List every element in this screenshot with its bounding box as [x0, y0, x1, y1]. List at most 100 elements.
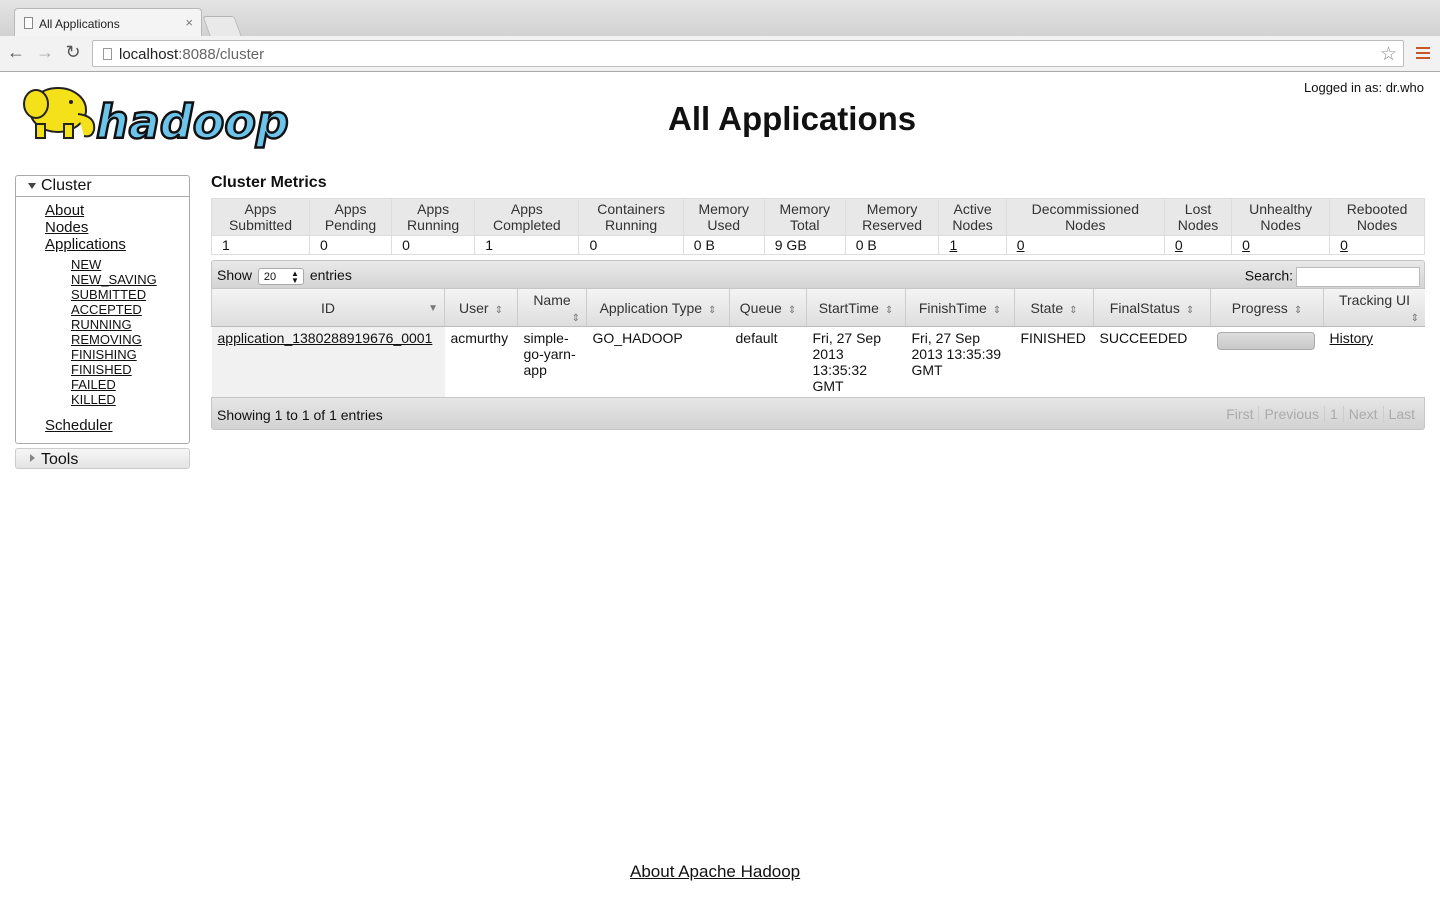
- sidebar-state-finishing[interactable]: FINISHING: [71, 347, 137, 362]
- cell-type: GO_HADOOP: [592, 330, 683, 346]
- cell-user: acmurthy: [450, 330, 509, 346]
- sidebar-state-accepted[interactable]: ACCEPTED: [71, 302, 142, 317]
- metrics-value: 0: [1231, 235, 1331, 255]
- bookmark-star-icon[interactable]: ☆: [1380, 43, 1397, 66]
- entries-select[interactable]: 20 ▲ ▼: [257, 267, 304, 285]
- metrics-header: Memory Reserved: [844, 198, 940, 236]
- metrics-header: Unhealthy Nodes: [1231, 198, 1331, 236]
- col-user[interactable]: User ⇕: [444, 289, 518, 327]
- metrics-value-link[interactable]: 0: [1242, 237, 1250, 253]
- metrics-header: Active Nodes: [938, 198, 1007, 236]
- sidebar-state-new-saving[interactable]: NEW_SAVING: [71, 272, 157, 287]
- col-starttime[interactable]: StartTime ⇕: [806, 289, 906, 327]
- metrics-header: Decommissioned Nodes: [1005, 198, 1165, 236]
- pager-page-1[interactable]: 1: [1323, 406, 1343, 422]
- page-icon: [103, 48, 112, 60]
- sidebar-state-killed[interactable]: KILLED: [71, 392, 116, 407]
- metrics-value: 0: [1005, 235, 1165, 255]
- applications-table: ID ▼ User ⇕ Name ⇕ Application Type ⇕ Queue ⇕…: [211, 289, 1425, 397]
- metrics-header: Containers Running: [578, 198, 684, 236]
- cell-finishtime: Fri, 27 Sep 2013 13:35:39 GMT: [911, 330, 1002, 378]
- metrics-header: Apps Submitted: [211, 198, 310, 236]
- main-content: Cluster Metrics Apps Submitted Apps Pending…: [211, 174, 1425, 430]
- logged-in-user: Logged in as: dr.who: [1304, 80, 1424, 95]
- metrics-value: 0 B: [844, 235, 940, 255]
- metrics-header: Rebooted Nodes: [1329, 198, 1425, 236]
- cluster-header[interactable]: Cluster: [16, 176, 189, 197]
- elephant-leg: [35, 123, 46, 139]
- application-id-link[interactable]: application_1380288919676_0001: [218, 330, 433, 346]
- col-queue[interactable]: Queue ⇕: [729, 289, 807, 327]
- col-finalstatus[interactable]: FinalStatus ⇕: [1093, 289, 1211, 327]
- metrics-value: 1: [938, 235, 1007, 255]
- pager-last[interactable]: Last: [1382, 406, 1420, 422]
- select-arrows-icon: ▲ ▼: [291, 268, 299, 285]
- forward-icon[interactable]: →: [33, 42, 57, 63]
- col-tracking-ui[interactable]: Tracking UI ⇕: [1323, 289, 1425, 327]
- metrics-header: Apps Pending: [308, 198, 393, 236]
- sidebar-state-finished[interactable]: FINISHED: [71, 362, 132, 377]
- sidebar-state-running[interactable]: RUNNING: [71, 317, 132, 332]
- browser-tab[interactable]: All Applications ×: [14, 8, 202, 36]
- sidebar-state-new[interactable]: NEW: [71, 257, 101, 272]
- sort-icon: ⇕: [992, 304, 1002, 316]
- sidebar-item-scheduler[interactable]: Scheduler: [45, 417, 113, 434]
- sidebar-item-nodes[interactable]: Nodes: [45, 219, 88, 236]
- about-apache-hadoop-link[interactable]: About Apache Hadoop: [630, 862, 800, 882]
- metrics-value: 0: [308, 235, 393, 255]
- close-tab-icon[interactable]: ×: [185, 15, 193, 30]
- new-tab-button[interactable]: [202, 16, 242, 36]
- history-link[interactable]: History: [1330, 330, 1374, 346]
- pager-first[interactable]: First: [1221, 406, 1258, 422]
- metrics-value: 0: [1163, 235, 1233, 255]
- col-id[interactable]: ID ▼: [211, 289, 445, 327]
- metrics-value: 0: [391, 235, 476, 255]
- page-length-control: Show 20 ▲ ▼ entries: [217, 267, 352, 285]
- metrics-value: 1: [211, 235, 310, 255]
- sidebar-item-applications[interactable]: Applications: [45, 236, 126, 253]
- tab-title: All Applications: [39, 17, 120, 31]
- elephant-ear: [23, 89, 49, 119]
- pager-next[interactable]: Next: [1342, 406, 1383, 422]
- menu-icon[interactable]: [1416, 47, 1430, 62]
- metrics-value-link[interactable]: 0: [1340, 237, 1348, 253]
- reload-icon[interactable]: ↻: [61, 42, 85, 63]
- progress-bar: [1216, 332, 1315, 350]
- page-icon: [24, 17, 33, 29]
- cluster-metrics-table: Apps Submitted Apps Pending Apps Running Apps C…: [211, 198, 1425, 255]
- search-input[interactable]: [1296, 267, 1420, 287]
- metrics-value: 1: [474, 235, 580, 255]
- col-state[interactable]: State ⇕: [1014, 289, 1094, 327]
- metrics-header: Memory Used: [682, 198, 765, 236]
- pager-previous[interactable]: Previous: [1258, 406, 1324, 422]
- address-bar[interactable]: localhost:8088/cluster ☆: [92, 40, 1404, 67]
- metrics-value-link[interactable]: 0: [1175, 237, 1183, 253]
- hadoop-logo[interactable]: hadoop: [16, 78, 316, 154]
- url-text[interactable]: localhost:8088/cluster: [119, 46, 264, 63]
- sidebar-item-about[interactable]: About: [45, 202, 84, 219]
- sidebar-state-failed[interactable]: FAILED: [71, 377, 116, 392]
- sort-icon: ⇕: [494, 304, 503, 316]
- col-name[interactable]: Name ⇕: [517, 289, 587, 327]
- cell-name: simple-go-yarn-app: [523, 330, 576, 378]
- sidebar-state-removing[interactable]: REMOVING: [71, 332, 142, 347]
- col-progress[interactable]: Progress ⇕: [1210, 289, 1324, 327]
- cell-starttime: Fri, 27 Sep 2013 13:35:32 GMT: [812, 330, 881, 394]
- search-label: Search:: [1244, 267, 1293, 284]
- metrics-value: 0: [578, 235, 684, 255]
- col-application-type[interactable]: Application Type ⇕: [586, 289, 730, 327]
- sidebar-state-submitted[interactable]: SUBMITTED: [71, 287, 146, 302]
- metrics-value: 0: [1329, 235, 1425, 255]
- sort-icon: ⇕: [571, 313, 580, 324]
- collapse-triangle-icon: [30, 454, 35, 462]
- elephant-trunk: [77, 113, 96, 138]
- cell-queue: default: [735, 330, 778, 346]
- metrics-value-link[interactable]: 1: [949, 237, 957, 253]
- col-finishtime[interactable]: FinishTime ⇕: [905, 289, 1015, 327]
- sort-icon: ⇕: [1293, 304, 1303, 316]
- sort-desc-icon: ▼: [428, 303, 438, 314]
- browser-tab-bar: All Applications ×: [0, 0, 1440, 36]
- metrics-value-link[interactable]: 0: [1017, 237, 1025, 253]
- back-icon[interactable]: ←: [4, 42, 28, 63]
- tools-panel-header[interactable]: Tools: [15, 448, 190, 469]
